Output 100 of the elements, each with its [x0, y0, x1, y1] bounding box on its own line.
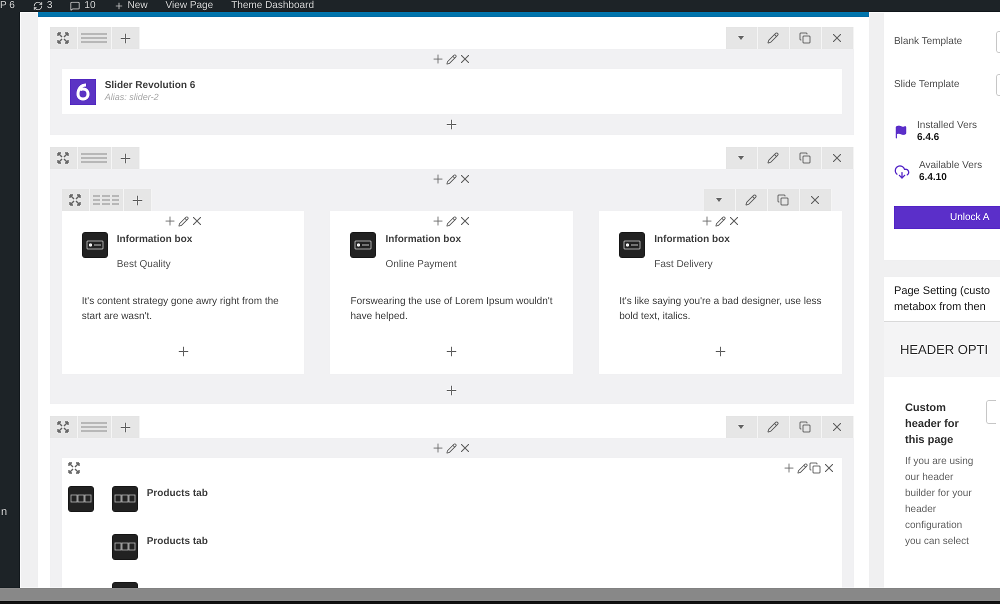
plus-icon	[118, 420, 133, 434]
add-button[interactable]	[444, 117, 460, 132]
pencil-icon	[446, 442, 458, 454]
clone-button[interactable]	[790, 416, 822, 438]
layout-button[interactable]	[78, 416, 112, 438]
copy-icon	[808, 462, 821, 474]
add-button[interactable]	[431, 214, 446, 228]
template-label: Blank Template	[894, 35, 962, 49]
add-button[interactable]	[124, 189, 152, 211]
clone-button[interactable]	[790, 27, 822, 49]
edit-button[interactable]	[715, 216, 726, 226]
add-button[interactable]	[112, 416, 140, 438]
admin-bar-link[interactable]: New	[114, 0, 148, 12]
delete-button[interactable]	[822, 27, 854, 49]
plus-icon	[176, 344, 191, 358]
lines-icon	[81, 422, 108, 432]
delete-button[interactable]	[822, 147, 854, 169]
admin-bar-link[interactable]: View Page	[166, 0, 214, 12]
info-box-icon	[619, 232, 646, 258]
template-field[interactable]	[996, 74, 1000, 96]
section-title: HEADER OPTI	[900, 340, 988, 359]
clone-button[interactable]	[768, 189, 800, 211]
expand-button[interactable]	[68, 462, 80, 474]
copy-icon	[777, 194, 790, 206]
layout-button[interactable]	[78, 27, 112, 49]
plus-icon	[782, 461, 796, 475]
pencil-icon	[446, 216, 458, 226]
caret-icon	[738, 425, 744, 429]
clone-button[interactable]	[790, 147, 822, 169]
add-button[interactable]	[444, 344, 460, 358]
toggle-button[interactable]	[726, 27, 758, 49]
info-box-title: Information box	[654, 233, 730, 247]
info-box-title: Information box	[385, 233, 462, 247]
tabs-icon	[112, 486, 138, 512]
pencil-icon	[446, 174, 458, 184]
option-help: If you are using our header builder for your header configuration you can select	[904, 455, 974, 549]
plus-icon	[162, 214, 177, 228]
refresh-icon	[32, 1, 43, 11]
admin-bar-link[interactable]: 10	[70, 0, 96, 12]
card-title: metabox from then	[894, 300, 987, 315]
tabs-icon	[68, 486, 94, 512]
tab-title: Products tab	[146, 535, 208, 549]
add-button[interactable]	[782, 461, 796, 475]
expand-icon	[68, 462, 80, 474]
unlock-button[interactable]: Unlock A	[894, 206, 1000, 229]
add-button[interactable]	[431, 441, 446, 455]
add-button[interactable]	[112, 27, 140, 49]
plus-icon	[118, 30, 133, 46]
tabs-element[interactable]: Products tab Products tab	[62, 458, 842, 588]
delete-button[interactable]	[800, 189, 832, 211]
slider-alias: Alias: slider-2	[104, 92, 160, 104]
info-box-subtitle: Best Quality	[116, 258, 172, 272]
copy-icon	[799, 152, 812, 164]
plus-icon	[444, 344, 460, 358]
clone-button[interactable]	[808, 462, 821, 474]
toggle-button[interactable]	[726, 147, 758, 169]
admin-bar-link[interactable]: 3	[32, 0, 52, 12]
version-label: Available Vers	[918, 160, 982, 172]
pencil-icon	[715, 216, 726, 226]
option-field[interactable]	[986, 400, 996, 424]
version-number: 6.4.10	[918, 172, 948, 184]
add-button[interactable]	[444, 382, 460, 398]
add-button[interactable]	[431, 172, 446, 186]
admin-bar-link[interactable]: Theme Dashboard	[231, 0, 314, 12]
pencil-icon	[446, 54, 458, 64]
add-button[interactable]	[700, 214, 714, 228]
edit-button[interactable]	[446, 174, 458, 184]
info-box-text: Forswearing the use of Lorem Ipsum wouldn't have helped.	[350, 295, 554, 324]
template-field[interactable]	[996, 30, 1000, 52]
lines-icon	[81, 33, 108, 43]
comment-icon	[70, 1, 80, 11]
toggle-button[interactable]	[726, 416, 758, 438]
slider-element[interactable]: Slider Revolution 6 Alias: slider-2	[62, 69, 842, 114]
slider-title: Slider Revolution 6	[104, 80, 196, 92]
layout-button[interactable]	[78, 147, 112, 169]
plus-icon	[431, 52, 446, 66]
layout-button[interactable]	[90, 189, 124, 211]
plus-icon	[713, 344, 728, 358]
add-button[interactable]	[112, 147, 140, 169]
info-box-subtitle: Fast Delivery	[654, 258, 714, 272]
plus-icon	[130, 192, 145, 208]
add-button[interactable]	[713, 344, 728, 358]
edit-button[interactable]	[178, 216, 189, 226]
copy-icon	[799, 421, 812, 433]
version-number: 6.4.6	[916, 132, 940, 144]
plus-icon	[444, 382, 460, 398]
edit-button[interactable]	[446, 216, 458, 226]
delete-button[interactable]	[822, 416, 854, 438]
edit-button[interactable]	[796, 462, 808, 474]
sidebar-label[interactable]: n	[0, 504, 20, 520]
toggle-button[interactable]	[704, 189, 736, 211]
add-button[interactable]	[431, 52, 446, 66]
pencil-icon	[767, 421, 780, 433]
add-button[interactable]	[176, 344, 191, 358]
expand-icon	[69, 194, 82, 206]
caret-icon	[738, 156, 744, 160]
edit-button[interactable]	[446, 442, 458, 454]
add-button[interactable]	[162, 214, 177, 228]
admin-bar-link[interactable]: P 6	[0, 0, 15, 12]
edit-button[interactable]	[446, 54, 458, 64]
